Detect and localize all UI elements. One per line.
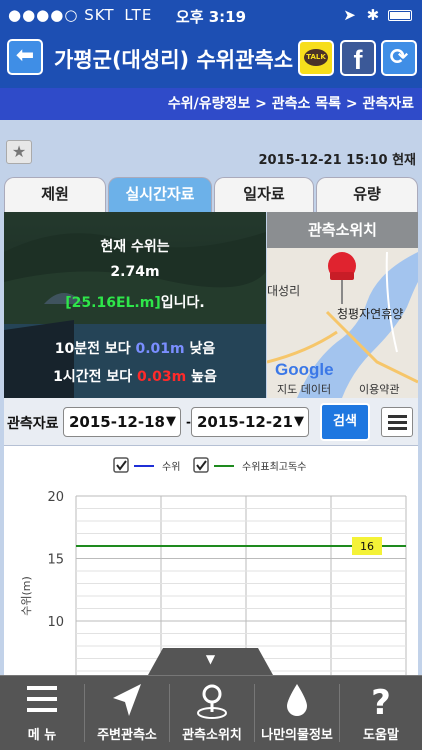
app-header: ⬅ 가평군(대성리) 수위관측소 TALK f ⟳: [0, 30, 422, 88]
breadcrumb: 수위/유량정보 > 관측소 목록 > 관측자료: [0, 88, 422, 120]
google-logo: Google: [275, 360, 334, 379]
hamburger-menu-icon: [0, 682, 84, 720]
station-location-map[interactable]: 관측소위치 대성리 청평자연휴양 Google 지도 데이터 이용약관: [267, 212, 418, 398]
map-data-link[interactable]: 지도 데이터: [277, 381, 331, 397]
station-photo: 현재 수위는 2.74m [25.16EL.m]입니다. 10분전 보다 0.0…: [4, 212, 266, 398]
kakaotalk-share-button[interactable]: TALK: [298, 40, 334, 76]
observation-datetime: 2015-12-21 15:10 현재: [258, 153, 416, 168]
y-tick-label-2: 10: [47, 615, 64, 630]
status-icons: ➤ ✱: [343, 6, 412, 24]
nav-my-water-info[interactable]: 나만의물정보: [255, 676, 339, 750]
legend-label-0: 수위: [162, 460, 180, 473]
favorite-button[interactable]: ★: [6, 140, 32, 164]
water-level-chart: 수위수위표최고독수2015105수위(m)162.74: [4, 446, 418, 675]
arrow-left-icon: ⬅: [15, 43, 35, 68]
refresh-icon: ⟳: [389, 45, 409, 70]
bottom-navigation: 메 뉴 주변관측소 관측소위치 나만의물정보 ? 도움말: [0, 675, 422, 750]
nav-help[interactable]: ? 도움말: [340, 676, 422, 750]
start-date-select[interactable]: 2015-12-18 ▼: [63, 407, 181, 437]
main-content: ★ 2015-12-21 15:10 현재 제원 실시간자료 일자료 유량 현재…: [0, 120, 422, 675]
map-label-town: 대성리: [267, 284, 301, 298]
refresh-button[interactable]: ⟳: [381, 40, 417, 76]
end-date-select[interactable]: 2015-12-21 ▼: [191, 407, 309, 437]
current-level-intro: 현재 수위는: [100, 239, 170, 255]
question-mark-icon: ?: [340, 682, 422, 723]
map-label-place: 청평자연휴양: [337, 307, 404, 321]
location-arrow-icon: [85, 682, 169, 720]
status-bar: ●●●●○ SKT LTE 오후 3:19 ➤ ✱: [0, 0, 422, 30]
y-tick-label-0: 20: [47, 490, 64, 505]
battery-icon: [388, 10, 412, 21]
caret-down-icon: ▼: [205, 652, 216, 666]
bluetooth-icon: ✱: [366, 6, 380, 24]
tab-bar: 제원 실시간자료 일자료 유량: [4, 177, 418, 212]
pull-up-tab[interactable]: ▼: [148, 648, 273, 675]
search-button[interactable]: 검색: [320, 403, 370, 441]
current-level-elevation: [25.16EL.m]입니다.: [65, 295, 205, 311]
tab-realtime[interactable]: 실시간자료: [108, 177, 212, 212]
facebook-icon: f: [353, 45, 363, 75]
nav-station-location[interactable]: 관측소위치: [170, 676, 254, 750]
dropdown-caret-icon: ▼: [166, 414, 176, 429]
star-icon: ★: [11, 142, 27, 161]
tab-flow[interactable]: 유량: [316, 177, 418, 212]
svg-text:?: ?: [371, 683, 391, 720]
annotation-label-0: 16: [360, 540, 374, 553]
legend-checkbox-1: [193, 457, 209, 473]
dropdown-caret-icon: ▼: [294, 414, 304, 429]
query-row: 관측자료 2015-12-18 ▼ - 2015-12-21 ▼ 검색: [4, 398, 418, 446]
facebook-share-button[interactable]: f: [340, 40, 376, 76]
kakaotalk-icon: TALK: [304, 49, 328, 66]
chart-svg: 수위수위표최고독수2015105수위(m)162.74: [20, 457, 407, 675]
legend-label-1: 수위표최고독수: [242, 460, 306, 473]
legend-checkbox-0: [113, 457, 129, 473]
query-label: 관측자료: [7, 416, 59, 432]
back-button[interactable]: ⬅: [7, 39, 43, 75]
nav-menu[interactable]: 메 뉴: [0, 676, 84, 750]
y-axis-label: 수위(m): [20, 576, 33, 616]
nav-nearby-stations[interactable]: 주변관측소: [85, 676, 169, 750]
tab-daily[interactable]: 일자료: [214, 177, 314, 212]
map-title: 관측소위치: [267, 212, 418, 248]
map-footer: 지도 데이터 이용약관: [267, 378, 418, 398]
compare-1hour: 1시간전 보다 0.03m 높음: [53, 369, 217, 385]
y-tick-label-1: 15: [47, 553, 64, 568]
tab-specs[interactable]: 제원: [4, 177, 106, 212]
page-title: 가평군(대성리) 수위관측소: [54, 48, 294, 72]
list-view-button[interactable]: [381, 407, 413, 437]
compare-10min: 10분전 보다 0.01m 낮음: [54, 341, 216, 357]
water-drop-icon: [255, 682, 339, 720]
location-pin-icon: [328, 252, 356, 304]
current-level-value: 2.74m: [110, 264, 160, 280]
location-services-icon: ➤: [343, 6, 356, 24]
map-pin-target-icon: [170, 682, 254, 720]
map-terms-link[interactable]: 이용약관: [359, 381, 399, 397]
realtime-panel: 현재 수위는 2.74m [25.16EL.m]입니다. 10분전 보다 0.0…: [4, 212, 418, 398]
